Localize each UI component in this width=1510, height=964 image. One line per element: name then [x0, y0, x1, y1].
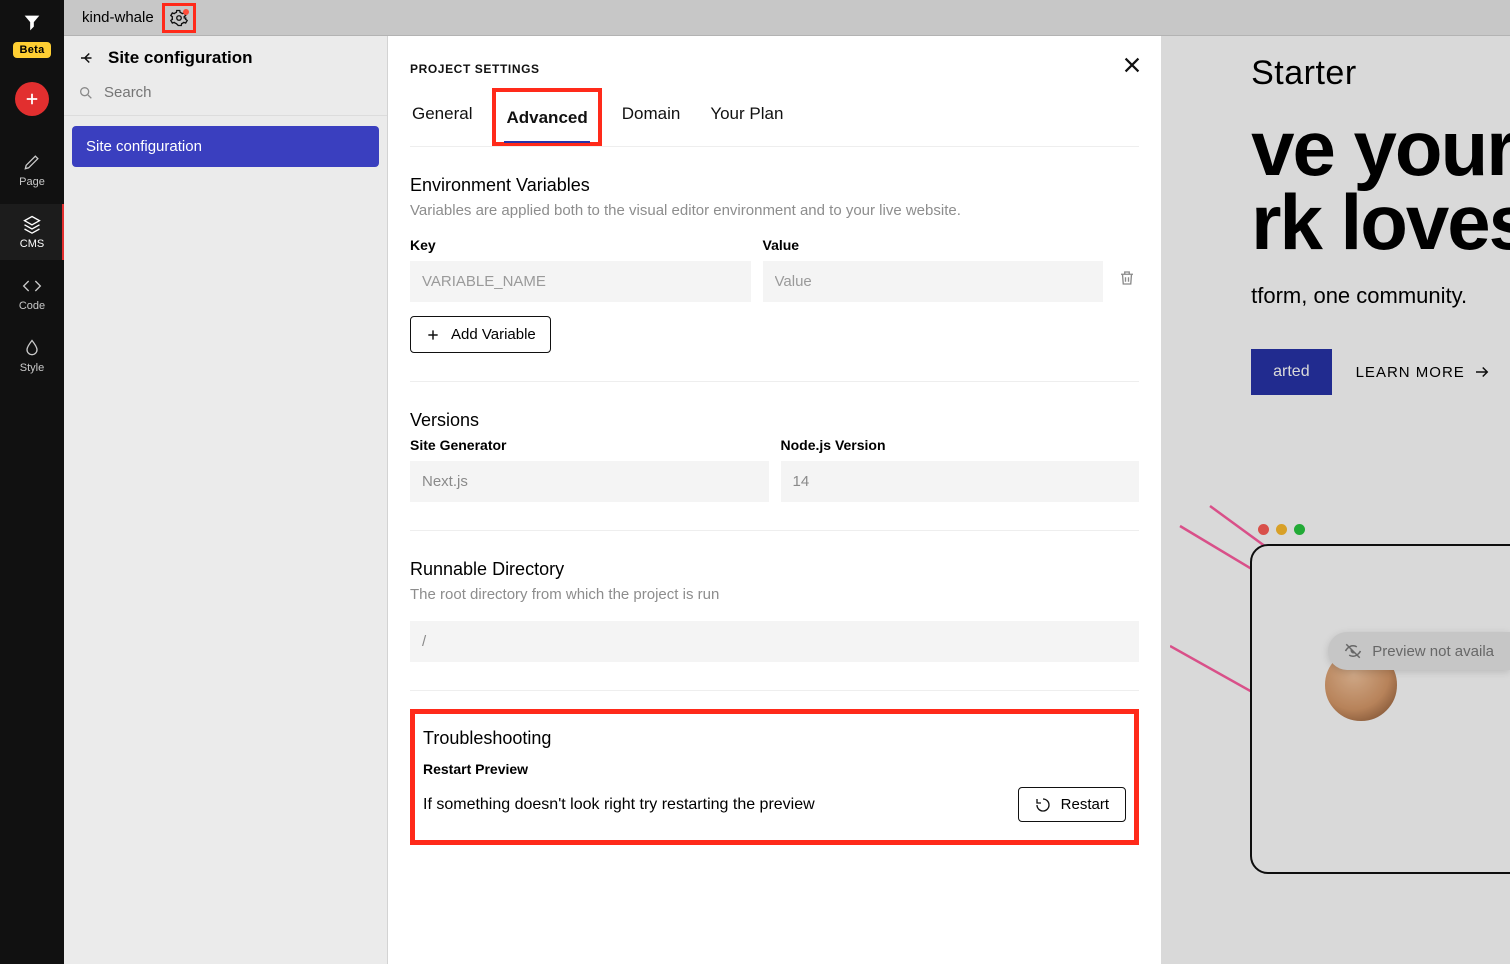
back-arrow-icon[interactable]	[78, 49, 96, 67]
tab-label: General	[412, 104, 472, 123]
add-variable-label: Add Variable	[451, 326, 536, 343]
env-delete-button[interactable]	[1115, 259, 1139, 287]
env-key-input[interactable]	[410, 261, 751, 302]
rail-label: Page	[19, 176, 45, 188]
close-button[interactable]	[1121, 54, 1143, 81]
sidebar-header: Site configuration	[64, 36, 387, 80]
sidebar-item-site-configuration[interactable]: Site configuration	[72, 126, 379, 167]
add-variable-button[interactable]: Add Variable	[410, 316, 551, 353]
trash-icon	[1118, 269, 1136, 287]
node-version-field[interactable]	[781, 461, 1140, 502]
section-troubleshooting: Troubleshooting Restart Preview If somet…	[410, 709, 1139, 845]
env-value-input[interactable]	[763, 261, 1104, 302]
add-button[interactable]	[15, 82, 49, 116]
rail-item-code[interactable]: Code	[0, 266, 64, 322]
tab-label: Advanced	[506, 108, 587, 127]
env-value-label: Value	[763, 237, 1104, 253]
troubleshooting-heading: Troubleshooting	[423, 728, 1126, 749]
search-input[interactable]	[104, 84, 373, 101]
top-bar: kind-whale	[64, 0, 1510, 36]
runnable-description: The root directory from which the projec…	[410, 586, 1139, 603]
restart-button-label: Restart	[1061, 796, 1109, 813]
rail-item-cms[interactable]: CMS	[0, 204, 64, 260]
sidebar-panel: Site configuration Site configuration	[64, 36, 388, 964]
rail-label: Code	[19, 300, 45, 312]
troubleshooting-description: If something doesn't look right try rest…	[423, 796, 815, 814]
versions-heading: Versions	[410, 410, 1139, 431]
sidebar-title: Site configuration	[108, 48, 253, 68]
runnable-dir-input[interactable]	[410, 621, 1139, 662]
project-settings-modal: PROJECT SETTINGS General Advanced Domain…	[388, 36, 1161, 964]
tab-label: Domain	[622, 104, 681, 123]
restart-preview-label: Restart Preview	[423, 761, 1126, 777]
close-icon	[1121, 54, 1143, 76]
modal-tabs: General Advanced Domain Your Plan	[410, 94, 1139, 147]
restart-button[interactable]: Restart	[1018, 787, 1126, 822]
notification-dot-icon	[183, 9, 189, 15]
modal-title: PROJECT SETTINGS	[410, 62, 1139, 76]
runnable-heading: Runnable Directory	[410, 559, 1139, 580]
env-key-label: Key	[410, 237, 751, 253]
settings-gear-button[interactable]	[162, 3, 196, 33]
env-heading: Environment Variables	[410, 175, 1139, 196]
tab-your-plan[interactable]: Your Plan	[708, 94, 785, 146]
env-description: Variables are applied both to the visual…	[410, 202, 1139, 219]
rail-item-style[interactable]: Style	[0, 328, 64, 384]
restart-icon	[1035, 797, 1051, 813]
sidebar-item-label: Site configuration	[86, 138, 202, 155]
tab-advanced[interactable]: Advanced	[504, 98, 589, 142]
tab-domain[interactable]: Domain	[620, 94, 683, 146]
project-name: kind-whale	[82, 9, 154, 26]
section-versions: Versions Site Generator Node.js Version	[410, 382, 1139, 502]
rail-label: CMS	[20, 238, 44, 250]
app-logo-icon[interactable]	[19, 10, 45, 36]
site-generator-label: Site Generator	[410, 437, 769, 453]
beta-badge: Beta	[13, 42, 50, 58]
rail-label: Style	[20, 362, 44, 374]
node-version-label: Node.js Version	[781, 437, 1140, 453]
section-env-vars: Environment Variables Variables are appl…	[410, 147, 1139, 353]
sidebar-search[interactable]	[64, 80, 387, 116]
site-generator-field[interactable]	[410, 461, 769, 502]
plus-icon	[425, 327, 441, 343]
left-rail: Beta Page CMS Code Style	[0, 0, 64, 964]
search-icon	[78, 85, 94, 101]
divider	[410, 690, 1139, 691]
tab-label: Your Plan	[710, 104, 783, 123]
tab-general[interactable]: General	[410, 94, 474, 146]
rail-item-page[interactable]: Page	[0, 142, 64, 198]
section-runnable-dir: Runnable Directory The root directory fr…	[410, 531, 1139, 662]
